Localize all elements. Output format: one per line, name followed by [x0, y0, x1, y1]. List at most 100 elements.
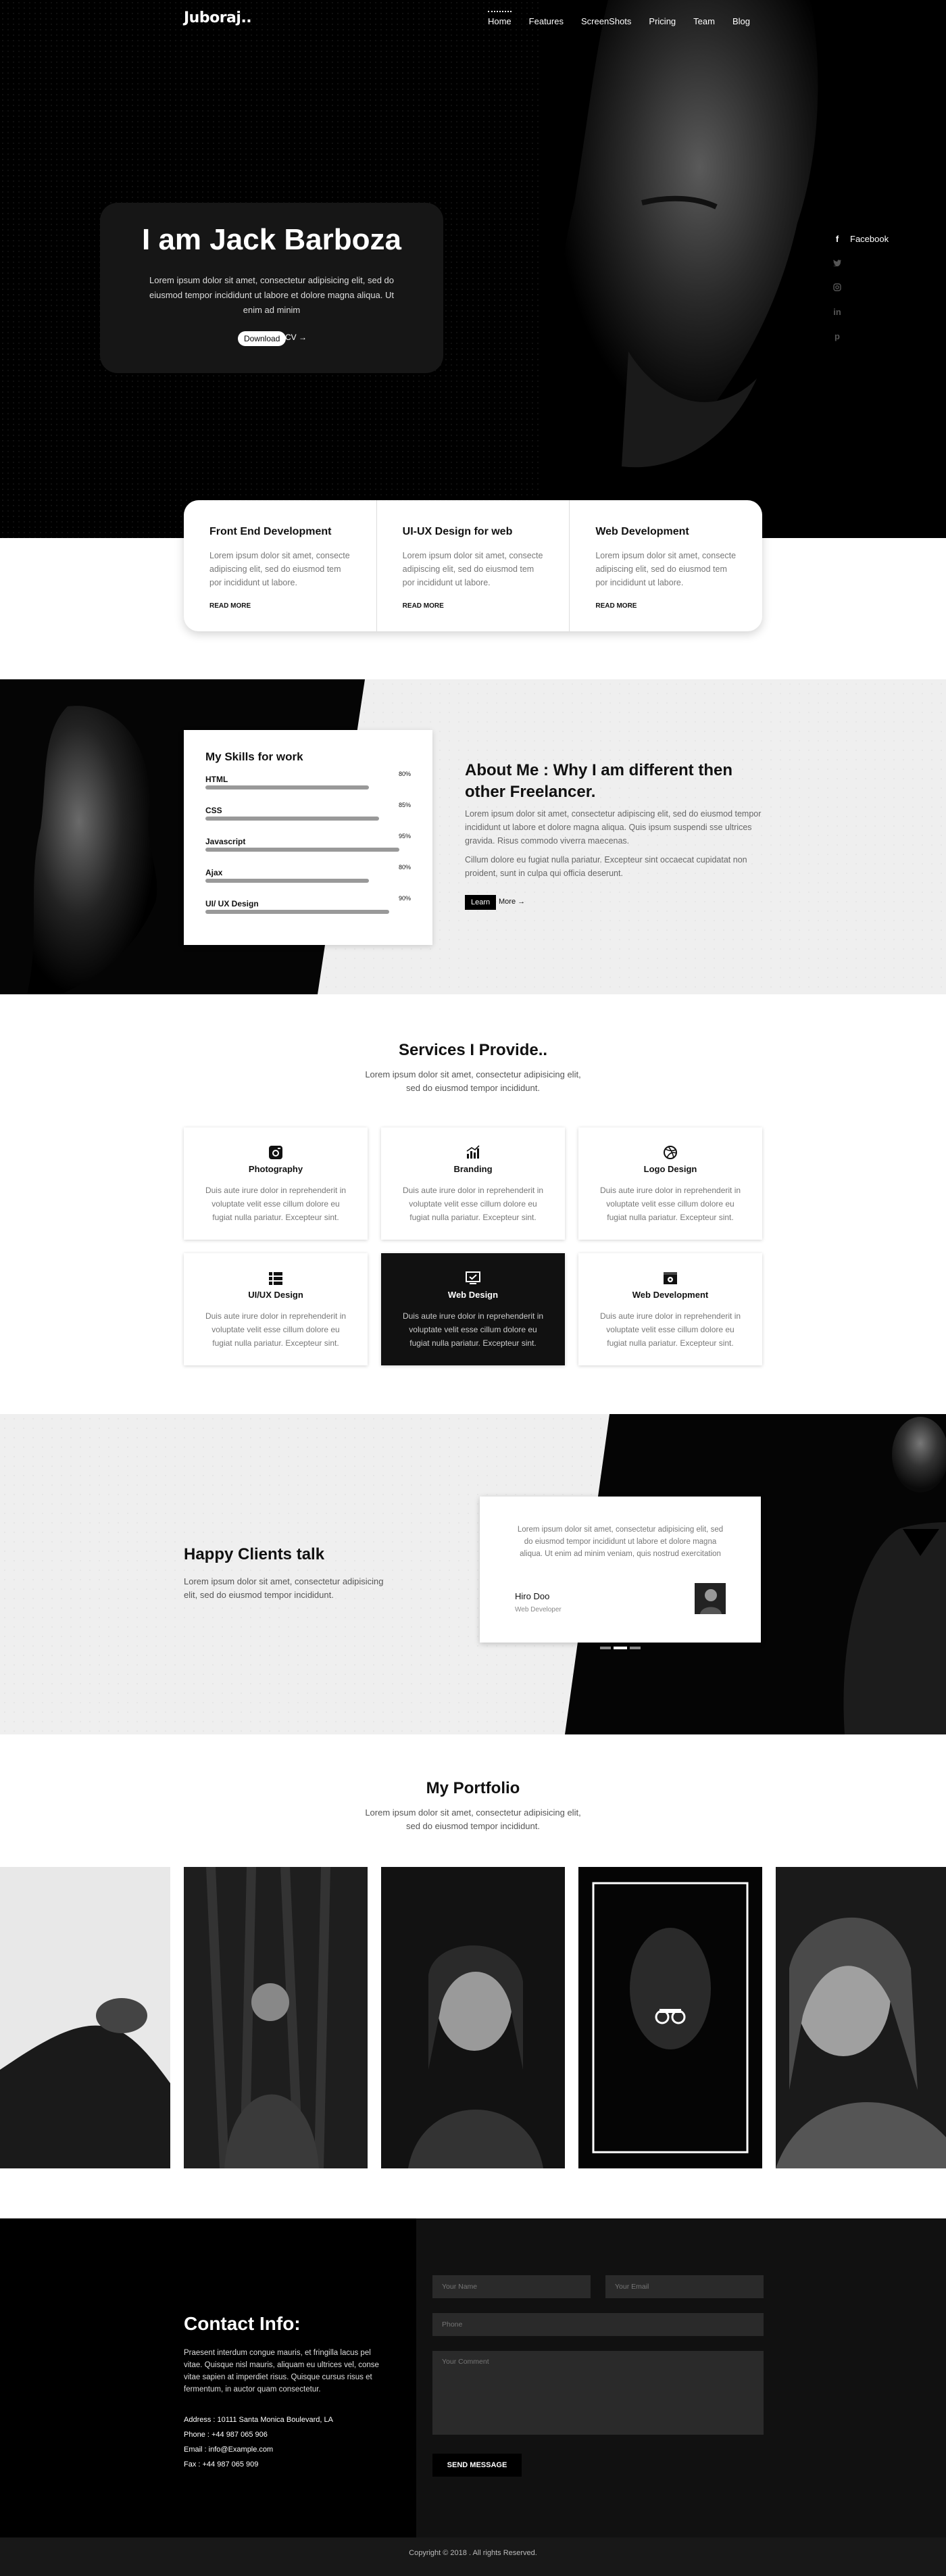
facebook-icon: f — [835, 233, 839, 244]
grid-list-icon — [267, 1269, 284, 1287]
feature-card-text: Lorem ipsum dolor sit amet, consecte adi… — [209, 551, 350, 587]
service-card[interactable]: UI/UX Design Duis aute irure dolor in rep… — [184, 1253, 368, 1365]
nav-blog[interactable]: Blog — [732, 16, 750, 26]
contact-fax: Fax : +44 987 065 909 — [184, 2460, 259, 2469]
social-linkedin[interactable]: in — [832, 306, 889, 317]
skill-progress-fill — [205, 879, 369, 883]
download-button[interactable]: Download — [238, 331, 287, 346]
portfolio-item[interactable] — [776, 1867, 946, 2168]
service-text: Duis aute irure dolor in reprehenderit i… — [599, 1186, 741, 1222]
nav-pricing[interactable]: Pricing — [649, 16, 676, 26]
read-more-link[interactable]: READ MORE — [403, 602, 444, 610]
skill-progress-bar — [205, 910, 409, 914]
nav-screenshots[interactable]: ScreenShots — [581, 16, 631, 26]
feature-card-title: Front End Development — [209, 526, 332, 537]
skill-name: HTML — [205, 775, 228, 784]
site-logo[interactable]: Juboraj.. — [184, 9, 252, 26]
browser-gear-icon — [662, 1269, 679, 1287]
avatar — [695, 1583, 726, 1614]
skill-progress-fill — [205, 848, 399, 852]
contact-email: Email : info@Example.com — [184, 2446, 274, 2454]
service-card[interactable]: Branding Duis aute irure dolor in reprehe… — [381, 1127, 565, 1240]
nav-features[interactable]: Features — [529, 16, 564, 26]
skill-progress-bar — [205, 879, 409, 883]
portfolio-item[interactable] — [0, 1867, 170, 2168]
skill-item: Ajax 80% — [205, 864, 411, 898]
feature-card-title: UI-UX Design for web — [402, 526, 513, 537]
service-text: Duis aute irure dolor in reprehenderit i… — [599, 1311, 741, 1348]
skill-progress-bar — [205, 785, 409, 789]
clients-title: Happy Clients talk — [184, 1545, 325, 1563]
service-title: Branding — [453, 1164, 493, 1174]
feature-card-text: Lorem ipsum dolor sit amet, consecte adi… — [595, 551, 737, 587]
social-pinterest[interactable]: p — [832, 331, 889, 341]
feature-card-text: Lorem ipsum dolor sit amet, consecte adi… — [402, 551, 543, 587]
service-text: Duis aute irure dolor in reprehenderit i… — [402, 1311, 544, 1348]
contact-phone: Phone : +44 987 065 906 — [184, 2431, 268, 2439]
send-message-button[interactable]: SEND MESSAGE — [432, 2454, 522, 2477]
skills-title: My Skills for work — [205, 750, 303, 763]
service-card[interactable]: Web Development Duis aute irure dolor in … — [578, 1253, 762, 1365]
skill-item: Javascript 95% — [205, 833, 411, 867]
social-facebook[interactable]: f Facebook — [832, 233, 889, 244]
phone-field[interactable] — [432, 2313, 764, 2336]
feature-card: Web Development Lorem ipsum dolor sit am… — [570, 500, 762, 631]
skills-card: My Skills for work HTML 80% CSS 85% Javascri… — [184, 730, 432, 945]
cv-link[interactable]: CV → — [285, 333, 307, 342]
skill-progress-bar — [205, 817, 409, 821]
hero-title: I am Jack Barboza — [142, 223, 401, 256]
portfolio-item[interactable] — [578, 1867, 762, 2168]
skill-name: Ajax — [205, 868, 223, 877]
skill-percent: 80% — [398, 771, 411, 777]
pagination-dot-active[interactable] — [614, 1647, 627, 1649]
hero-section: I am Jack Barboza Lorem ipsum dolor sit … — [0, 0, 946, 538]
top-nav: Juboraj.. Home Features ScreenShots Pric… — [0, 0, 946, 45]
skill-item: HTML 80% — [205, 771, 411, 804]
service-text: Duis aute irure dolor in reprehenderit i… — [402, 1186, 544, 1222]
social-instagram[interactable] — [832, 283, 889, 292]
social-twitter[interactable] — [832, 258, 889, 268]
nav-home[interactable]: Home — [487, 11, 512, 26]
pagination-dot[interactable] — [630, 1647, 641, 1649]
feature-card-title: Web Development — [595, 526, 689, 537]
email-field[interactable] — [605, 2275, 764, 2298]
services-subtitle: Lorem ipsum dolor sit amet, consectetur … — [365, 1069, 581, 1093]
skill-name: CSS — [205, 806, 222, 815]
read-more-link[interactable]: READ MORE — [595, 602, 637, 610]
contact-text: Praesent interdum congue mauris, et frin… — [184, 2349, 379, 2393]
nav-team[interactable]: Team — [693, 16, 715, 26]
skill-item: UI/ UX Design 90% — [205, 895, 411, 929]
clients-text: Lorem ipsum dolor sit amet, consectetur … — [184, 1576, 384, 1600]
learn-button[interactable]: Learn — [465, 895, 497, 910]
skill-progress-bar — [205, 848, 409, 852]
service-title: Web Development — [632, 1290, 709, 1300]
testimonial-pagination — [600, 1647, 641, 1649]
pinterest-icon: p — [835, 331, 840, 341]
service-title: UI/UX Design — [248, 1290, 303, 1300]
testimonial-card: Lorem ipsum dolor sit amet, consectetur … — [480, 1497, 761, 1643]
name-field[interactable] — [432, 2275, 591, 2298]
portfolio-item[interactable] — [381, 1867, 565, 2168]
service-card[interactable]: Logo Design Duis aute irure dolor in repr… — [578, 1127, 762, 1240]
pagination-dot[interactable] — [600, 1647, 611, 1649]
dribbble-icon — [662, 1144, 679, 1161]
skill-percent: 80% — [398, 864, 411, 871]
skill-percent: 90% — [398, 895, 411, 902]
service-title: Logo Design — [643, 1164, 697, 1174]
about-heading: About Me : Why I am different then other… — [465, 761, 732, 801]
service-card[interactable]: Photography Duis aute irure dolor in repr… — [184, 1127, 368, 1240]
camera-icon — [267, 1144, 284, 1161]
clients-portrait-image — [565, 1414, 946, 1734]
portfolio-item[interactable] — [184, 1867, 368, 2168]
skill-progress-fill — [205, 910, 389, 914]
more-link[interactable]: More → — [499, 898, 525, 906]
contact-title: Contact Info: — [184, 2313, 301, 2334]
comment-field[interactable] — [432, 2351, 764, 2435]
contact-address: Address : 10111 Santa Monica Boulevard, … — [184, 2416, 333, 2424]
service-text: Duis aute irure dolor in reprehenderit i… — [205, 1311, 347, 1348]
about-paragraph-2: Cillum dolore eu fugiat nulla pariatur. … — [465, 855, 747, 878]
read-more-link[interactable]: READ MORE — [209, 602, 251, 610]
services-title: Services I Provide.. — [398, 1041, 548, 1059]
service-card[interactable]: Web Design Duis aute irure dolor in repre… — [381, 1253, 565, 1365]
linkedin-icon: in — [833, 306, 841, 317]
